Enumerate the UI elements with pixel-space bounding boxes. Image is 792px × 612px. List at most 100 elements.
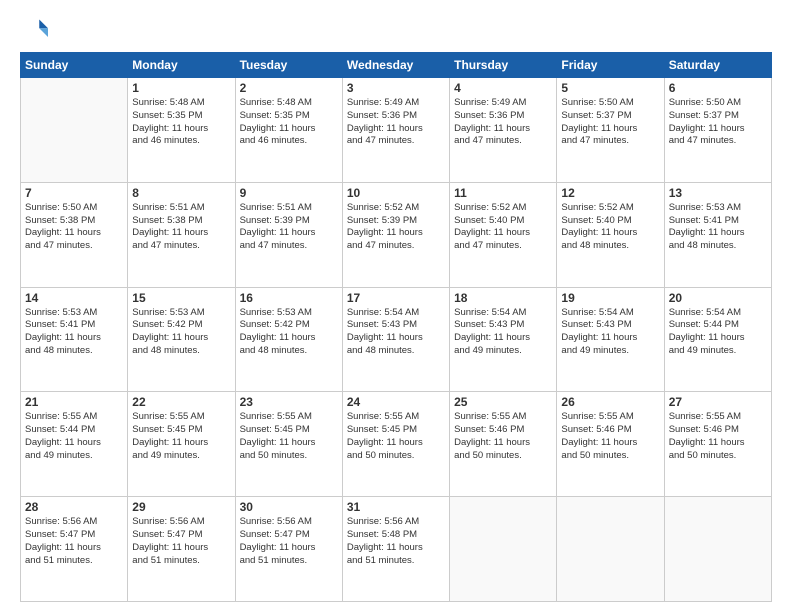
calendar-cell: 26 Sunrise: 5:55 AMSunset: 5:46 PMDayligh… [557, 392, 664, 497]
day-number: 2 [240, 81, 338, 95]
calendar-cell: 10 Sunrise: 5:52 AMSunset: 5:39 PMDayligh… [342, 182, 449, 287]
cell-content: Sunrise: 5:56 AMSunset: 5:48 PMDaylight:… [347, 516, 445, 567]
day-number: 20 [669, 291, 767, 305]
calendar-cell: 11Sunrise: 5:52 AMSunset: 5:40 PMDayligh… [450, 182, 557, 287]
cell-content: Sunrise: 5:55 AMSunset: 5:46 PMDaylight:… [669, 411, 767, 462]
calendar-cell: 16 Sunrise: 5:53 AMSunset: 5:42 PMDayligh… [235, 287, 342, 392]
cell-content: Sunrise: 5:55 AMSunset: 5:46 PMDaylight:… [454, 411, 552, 462]
calendar-cell: 30 Sunrise: 5:56 AMSunset: 5:47 PMDayligh… [235, 497, 342, 602]
day-number: 4 [454, 81, 552, 95]
day-number: 15 [132, 291, 230, 305]
calendar-cell: 25 Sunrise: 5:55 AMSunset: 5:46 PMDayligh… [450, 392, 557, 497]
logo-icon [20, 16, 48, 44]
logo [20, 16, 52, 44]
cell-content: Sunrise: 5:51 AMSunset: 5:38 PMDaylight:… [132, 202, 230, 253]
calendar-week-row: 7 Sunrise: 5:50 AMSunset: 5:38 PMDaylight… [21, 182, 772, 287]
cell-content: Sunrise: 5:53 AMSunset: 5:42 PMDaylight:… [240, 307, 338, 358]
calendar-cell: 9Sunrise: 5:51 AMSunset: 5:39 PMDaylight… [235, 182, 342, 287]
cell-content: Sunrise: 5:56 AMSunset: 5:47 PMDaylight:… [25, 516, 123, 567]
day-number: 18 [454, 291, 552, 305]
calendar-cell: 1 Sunrise: 5:48 AMSunset: 5:35 PMDaylight… [128, 78, 235, 183]
calendar-week-row: 1 Sunrise: 5:48 AMSunset: 5:35 PMDaylight… [21, 78, 772, 183]
day-number: 22 [132, 395, 230, 409]
calendar-cell: 13 Sunrise: 5:53 AMSunset: 5:41 PMDayligh… [664, 182, 771, 287]
day-number: 10 [347, 186, 445, 200]
calendar-cell: 20 Sunrise: 5:54 AMSunset: 5:44 PMDayligh… [664, 287, 771, 392]
day-number: 11 [454, 186, 552, 200]
cell-content: Sunrise: 5:56 AMSunset: 5:47 PMDaylight:… [132, 516, 230, 567]
calendar-cell: 14Sunrise: 5:53 AMSunset: 5:41 PMDayligh… [21, 287, 128, 392]
calendar-cell [664, 497, 771, 602]
calendar-day-header: Sunday [21, 53, 128, 78]
day-number: 28 [25, 500, 123, 514]
cell-content: Sunrise: 5:53 AMSunset: 5:42 PMDaylight:… [132, 307, 230, 358]
calendar-table: SundayMondayTuesdayWednesdayThursdayFrid… [20, 52, 772, 602]
calendar-cell: 4 Sunrise: 5:49 AMSunset: 5:36 PMDaylight… [450, 78, 557, 183]
day-number: 14 [25, 291, 123, 305]
day-number: 1 [132, 81, 230, 95]
cell-content: Sunrise: 5:56 AMSunset: 5:47 PMDaylight:… [240, 516, 338, 567]
cell-content: Sunrise: 5:54 AMSunset: 5:44 PMDaylight:… [669, 307, 767, 358]
day-number: 31 [347, 500, 445, 514]
cell-content: Sunrise: 5:48 AMSunset: 5:35 PMDaylight:… [132, 97, 230, 148]
day-number: 16 [240, 291, 338, 305]
cell-content: Sunrise: 5:48 AMSunset: 5:35 PMDaylight:… [240, 97, 338, 148]
day-number: 26 [561, 395, 659, 409]
day-number: 21 [25, 395, 123, 409]
calendar-cell: 6Sunrise: 5:50 AMSunset: 5:37 PMDaylight… [664, 78, 771, 183]
cell-content: Sunrise: 5:54 AMSunset: 5:43 PMDaylight:… [347, 307, 445, 358]
calendar-cell: 12Sunrise: 5:52 AMSunset: 5:40 PMDayligh… [557, 182, 664, 287]
calendar-day-header: Monday [128, 53, 235, 78]
calendar-day-header: Saturday [664, 53, 771, 78]
day-number: 3 [347, 81, 445, 95]
calendar-day-header: Tuesday [235, 53, 342, 78]
header [20, 16, 772, 44]
day-number: 13 [669, 186, 767, 200]
calendar-week-row: 21 Sunrise: 5:55 AMSunset: 5:44 PMDayligh… [21, 392, 772, 497]
calendar-cell: 17 Sunrise: 5:54 AMSunset: 5:43 PMDayligh… [342, 287, 449, 392]
cell-content: Sunrise: 5:50 AMSunset: 5:38 PMDaylight:… [25, 202, 123, 253]
day-number: 24 [347, 395, 445, 409]
day-number: 12 [561, 186, 659, 200]
cell-content: Sunrise: 5:55 AMSunset: 5:46 PMDaylight:… [561, 411, 659, 462]
calendar-cell: 22 Sunrise: 5:55 AMSunset: 5:45 PMDayligh… [128, 392, 235, 497]
day-number: 25 [454, 395, 552, 409]
cell-content: Sunrise: 5:50 AMSunset: 5:37 PMDaylight:… [561, 97, 659, 148]
calendar-cell: 28 Sunrise: 5:56 AMSunset: 5:47 PMDayligh… [21, 497, 128, 602]
calendar-header-row: SundayMondayTuesdayWednesdayThursdayFrid… [21, 53, 772, 78]
cell-content: Sunrise: 5:49 AMSunset: 5:36 PMDaylight:… [454, 97, 552, 148]
cell-content: Sunrise: 5:54 AMSunset: 5:43 PMDaylight:… [454, 307, 552, 358]
calendar-cell: 27 Sunrise: 5:55 AMSunset: 5:46 PMDayligh… [664, 392, 771, 497]
cell-content: Sunrise: 5:55 AMSunset: 5:45 PMDaylight:… [347, 411, 445, 462]
day-number: 29 [132, 500, 230, 514]
calendar-cell: 5 Sunrise: 5:50 AMSunset: 5:37 PMDaylight… [557, 78, 664, 183]
day-number: 17 [347, 291, 445, 305]
day-number: 23 [240, 395, 338, 409]
calendar-day-header: Friday [557, 53, 664, 78]
cell-content: Sunrise: 5:55 AMSunset: 5:44 PMDaylight:… [25, 411, 123, 462]
cell-content: Sunrise: 5:50 AMSunset: 5:37 PMDaylight:… [669, 97, 767, 148]
day-number: 19 [561, 291, 659, 305]
calendar-cell [557, 497, 664, 602]
calendar-cell: 3 Sunrise: 5:49 AMSunset: 5:36 PMDaylight… [342, 78, 449, 183]
page: SundayMondayTuesdayWednesdayThursdayFrid… [0, 0, 792, 612]
calendar-cell: 24 Sunrise: 5:55 AMSunset: 5:45 PMDayligh… [342, 392, 449, 497]
calendar-cell: 2 Sunrise: 5:48 AMSunset: 5:35 PMDaylight… [235, 78, 342, 183]
cell-content: Sunrise: 5:55 AMSunset: 5:45 PMDaylight:… [132, 411, 230, 462]
day-number: 5 [561, 81, 659, 95]
day-number: 27 [669, 395, 767, 409]
calendar-cell [450, 497, 557, 602]
calendar-cell: 21 Sunrise: 5:55 AMSunset: 5:44 PMDayligh… [21, 392, 128, 497]
calendar-cell: 31 Sunrise: 5:56 AMSunset: 5:48 PMDayligh… [342, 497, 449, 602]
day-number: 7 [25, 186, 123, 200]
calendar-week-row: 14Sunrise: 5:53 AMSunset: 5:41 PMDayligh… [21, 287, 772, 392]
calendar-week-row: 28 Sunrise: 5:56 AMSunset: 5:47 PMDayligh… [21, 497, 772, 602]
day-number: 30 [240, 500, 338, 514]
cell-content: Sunrise: 5:53 AMSunset: 5:41 PMDaylight:… [669, 202, 767, 253]
cell-content: Sunrise: 5:52 AMSunset: 5:39 PMDaylight:… [347, 202, 445, 253]
calendar-cell: 15 Sunrise: 5:53 AMSunset: 5:42 PMDayligh… [128, 287, 235, 392]
cell-content: Sunrise: 5:49 AMSunset: 5:36 PMDaylight:… [347, 97, 445, 148]
calendar-cell: 29 Sunrise: 5:56 AMSunset: 5:47 PMDayligh… [128, 497, 235, 602]
cell-content: Sunrise: 5:55 AMSunset: 5:45 PMDaylight:… [240, 411, 338, 462]
calendar-cell: 8Sunrise: 5:51 AMSunset: 5:38 PMDaylight… [128, 182, 235, 287]
